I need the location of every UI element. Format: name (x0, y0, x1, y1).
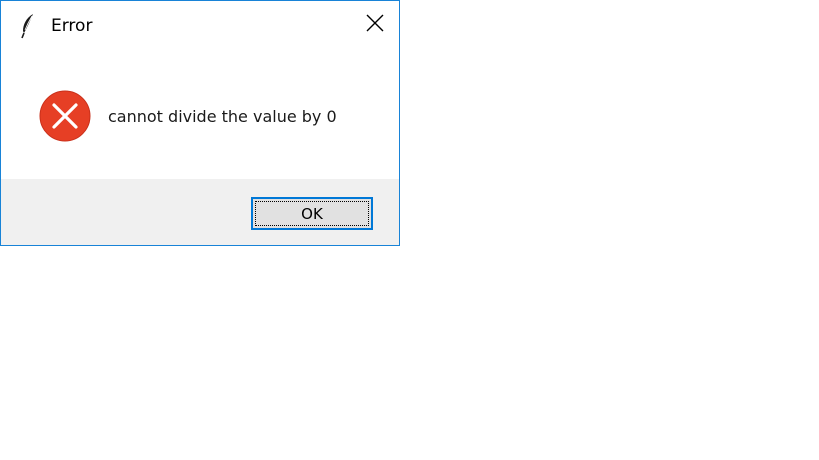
message-area: cannot divide the value by 0 (1, 51, 399, 179)
button-bar: OK (1, 179, 399, 245)
ok-button-label: OK (255, 201, 369, 226)
error-icon (39, 90, 91, 142)
error-message: cannot divide the value by 0 (108, 107, 337, 126)
feather-icon (21, 13, 35, 39)
close-icon (366, 14, 384, 36)
title-bar[interactable]: Error (1, 1, 399, 51)
close-button[interactable] (351, 1, 399, 49)
error-dialog: Error cannot divide the value by 0 OK (0, 0, 400, 246)
window-title: Error (51, 16, 93, 36)
ok-button[interactable]: OK (251, 197, 373, 230)
